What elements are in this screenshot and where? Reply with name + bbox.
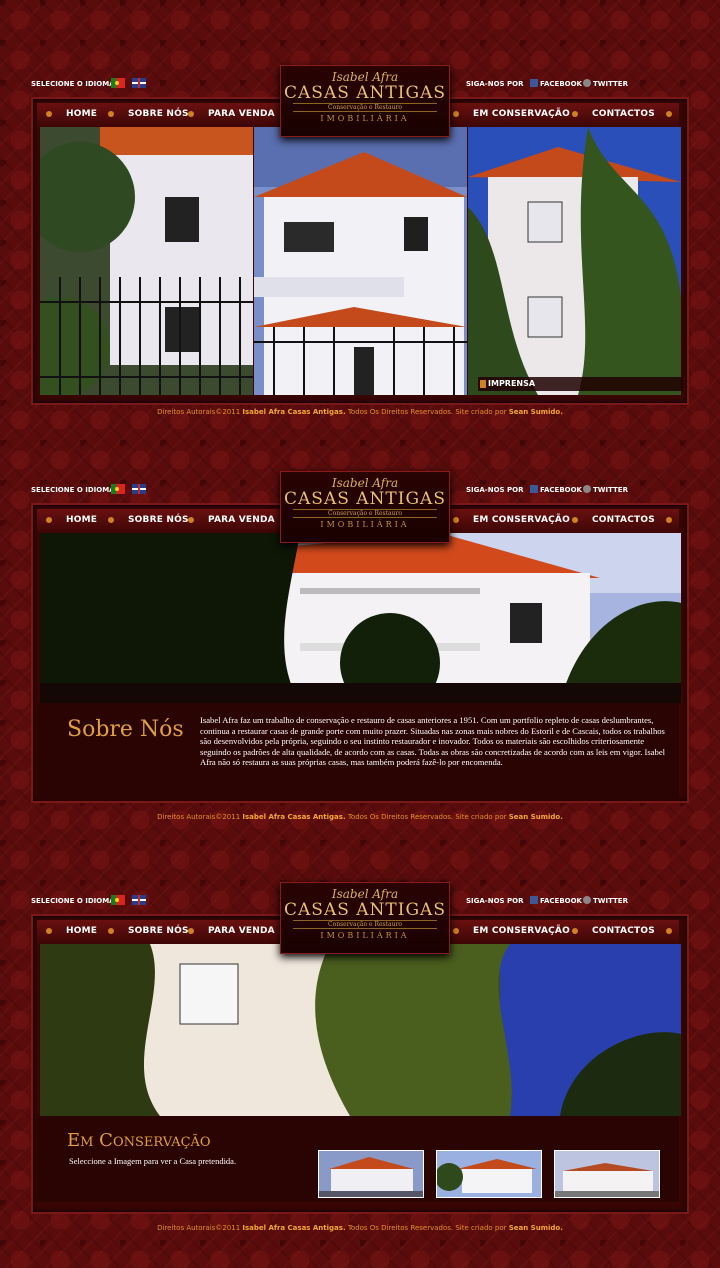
conservation-banner-image: [40, 944, 681, 1116]
logo-brand: CASAS ANTIGAS: [284, 900, 446, 920]
follow-label: SIGA-NOS POR: [466, 486, 524, 494]
nav-contactos[interactable]: CONTACTOS: [572, 926, 655, 936]
nav-sobre[interactable]: SOBRE NÓS: [108, 926, 189, 936]
nav-conservacao[interactable]: EM CONSERVAÇÃO: [453, 515, 570, 525]
twitter-icon: [583, 896, 591, 904]
uk-flag-icon[interactable]: [132, 78, 146, 88]
about-title: Sobre Nós: [67, 717, 184, 742]
house-photo-2[interactable]: [254, 127, 467, 395]
footer: Direitos Autorais©2011 Isabel Afra Casas…: [157, 408, 563, 416]
language-label: SELECIONE O IDIOMA:: [31, 897, 118, 905]
nav-home[interactable]: HOME: [45, 109, 97, 119]
portugal-flag-icon[interactable]: [111, 895, 125, 905]
facebook-link[interactable]: FACEBOOK: [530, 485, 582, 494]
house-photo-1-image: [40, 127, 253, 395]
logo-imobiliaria: IMOBILIÁRIA: [320, 114, 410, 123]
twitter-icon: [583, 485, 591, 493]
house-photo-1[interactable]: [40, 127, 253, 395]
facebook-icon: [530, 485, 538, 493]
house-thumbnail-3[interactable]: [554, 1150, 660, 1198]
logo-tagline: Conservação e Restauro: [293, 920, 437, 929]
nav-home[interactable]: HOME: [45, 515, 97, 525]
house-thumbnail-2[interactable]: [436, 1150, 542, 1198]
logo-imobiliaria: IMOBILIÁRIA: [320, 520, 410, 529]
facebook-link[interactable]: FACEBOOK: [530, 896, 582, 905]
site-logo[interactable]: Isabel Afra CASAS ANTIGAS Conservação e …: [280, 471, 450, 543]
site-logo[interactable]: Isabel Afra CASAS ANTIGAS Conservação e …: [280, 882, 450, 954]
conservation-banner-photo: [40, 944, 681, 1116]
press-link[interactable]: IMPRENSA: [478, 377, 683, 391]
language-label: SELECIONE O IDIOMA:: [31, 486, 118, 494]
twitter-icon: [583, 79, 591, 87]
main-frame: HOME SOBRE NÓS PARA VENDA EM CONSERVAÇÃO…: [31, 97, 689, 405]
about-panel: Sobre Nós Isabel Afra faz um trabalho de…: [37, 703, 679, 801]
logo-name: Isabel Afra: [331, 476, 399, 490]
footer: Direitos Autorais©2011 Isabel Afra Casas…: [157, 813, 563, 821]
logo-name: Isabel Afra: [331, 70, 399, 84]
nav-conservacao[interactable]: EM CONSERVAÇÃO: [453, 926, 570, 936]
follow-label: SIGA-NOS POR: [466, 897, 524, 905]
nav-bullet-icon: [666, 111, 672, 117]
logo-tagline: Conservação e Restauro: [293, 509, 437, 518]
conservation-panel: Em Conservação Seleccione a Imagem para …: [37, 1116, 679, 1202]
nav-venda[interactable]: PARA VENDA: [188, 515, 275, 525]
twitter-link[interactable]: TWITTER: [583, 896, 628, 905]
logo-brand: CASAS ANTIGAS: [284, 83, 446, 103]
press-icon: [480, 380, 486, 388]
site-logo[interactable]: Isabel Afra CASAS ANTIGAS Conservação e …: [280, 65, 450, 137]
portugal-flag-icon[interactable]: [111, 484, 125, 494]
logo-brand: CASAS ANTIGAS: [284, 489, 446, 509]
language-label: SELECIONE O IDIOMA:: [31, 80, 118, 88]
footer-company-link[interactable]: Isabel Afra Casas Antigas.: [242, 813, 345, 821]
nav-bullet-icon: [666, 517, 672, 523]
uk-flag-icon[interactable]: [132, 484, 146, 494]
follow-label: SIGA-NOS POR: [466, 80, 524, 88]
footer-author-link[interactable]: Sean Sumido.: [509, 1224, 563, 1232]
nav-contactos[interactable]: CONTACTOS: [572, 109, 655, 119]
about-banner-photo: [40, 533, 681, 703]
house-thumbnail-3-image: [555, 1151, 659, 1197]
house-photo-2-image: [254, 127, 467, 395]
logo-name: Isabel Afra: [331, 887, 399, 901]
footer-author-link[interactable]: Sean Sumido.: [509, 813, 563, 821]
main-frame: HOME SOBRE NÓS PARA VENDA EM CONSERVAÇÃO…: [31, 914, 689, 1214]
nav-sobre[interactable]: SOBRE NÓS: [108, 515, 189, 525]
footer: Direitos Autorais©2011 Isabel Afra Casas…: [157, 1224, 563, 1232]
nav-venda[interactable]: PARA VENDA: [188, 109, 275, 119]
nav-bullet-icon: [666, 928, 672, 934]
conservation-subtitle: Seleccione a Imagem para ver a Casa pret…: [69, 1156, 237, 1166]
facebook-icon: [530, 896, 538, 904]
nav-sobre[interactable]: SOBRE NÓS: [108, 109, 189, 119]
nav-contactos[interactable]: CONTACTOS: [572, 515, 655, 525]
uk-flag-icon[interactable]: [132, 895, 146, 905]
about-banner-image: [40, 533, 681, 703]
conservation-title: Em Conservação: [67, 1130, 211, 1151]
twitter-link[interactable]: TWITTER: [583, 485, 628, 494]
facebook-icon: [530, 79, 538, 87]
facebook-link[interactable]: FACEBOOK: [530, 79, 582, 88]
logo-imobiliaria: IMOBILIÁRIA: [320, 931, 410, 940]
house-thumbnail-1-image: [319, 1151, 423, 1197]
logo-tagline: Conservação e Restauro: [293, 103, 437, 112]
house-thumbnail-2-image: [437, 1151, 541, 1197]
footer-author-link[interactable]: Sean Sumido.: [509, 408, 563, 416]
house-photo-3-image: [468, 127, 681, 395]
footer-company-link[interactable]: Isabel Afra Casas Antigas.: [242, 1224, 345, 1232]
twitter-link[interactable]: TWITTER: [583, 79, 628, 88]
nav-conservacao[interactable]: EM CONSERVAÇÃO: [453, 109, 570, 119]
house-photo-3[interactable]: [468, 127, 681, 395]
main-frame: HOME SOBRE NÓS PARA VENDA EM CONSERVAÇÃO…: [31, 503, 689, 803]
nav-home[interactable]: HOME: [45, 926, 97, 936]
footer-company-link[interactable]: Isabel Afra Casas Antigas.: [242, 408, 345, 416]
portugal-flag-icon[interactable]: [111, 78, 125, 88]
about-text: Isabel Afra faz um trabalho de conservaç…: [200, 715, 666, 768]
nav-venda[interactable]: PARA VENDA: [188, 926, 275, 936]
house-thumbnail-1[interactable]: [318, 1150, 424, 1198]
